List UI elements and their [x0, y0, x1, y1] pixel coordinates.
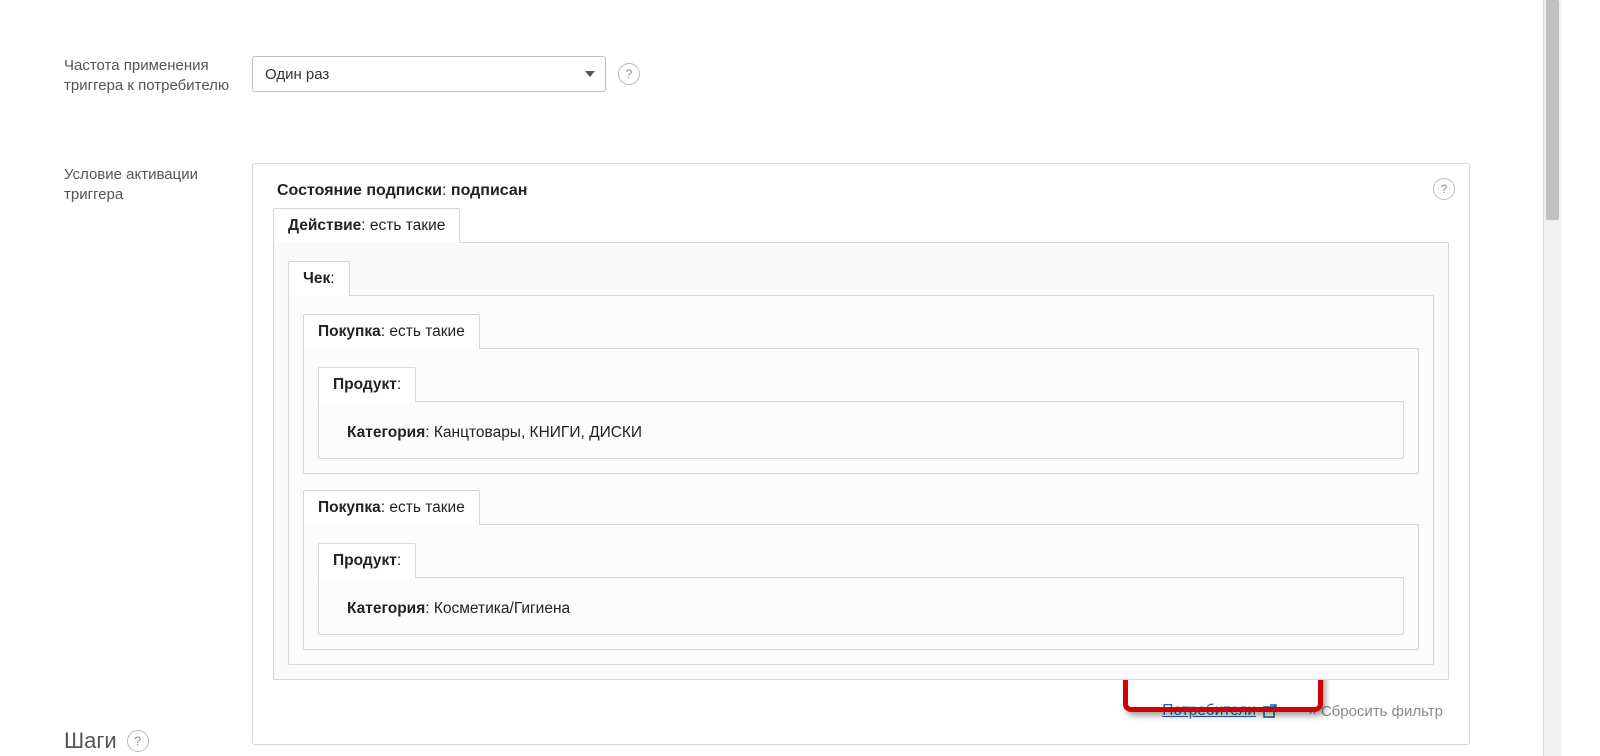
activation-row: Условие активации триггера ? Состояние п…	[64, 163, 1470, 745]
steps-section: Шаги ?	[64, 728, 149, 754]
vertical-scrollbar[interactable]	[1543, 0, 1561, 756]
frequency-select[interactable]: Один раз	[252, 56, 606, 92]
purchase-block-2: Покупка: есть такие Продукт:	[303, 490, 1419, 650]
help-icon[interactable]: ?	[1433, 178, 1455, 200]
external-link-icon	[1262, 703, 1278, 719]
frequency-select-value: Один раз	[265, 66, 329, 83]
product-block-1: Продукт: Категория: Канцтовары, КНИГИ, Д…	[318, 367, 1404, 459]
activation-label: Условие активации триггера	[64, 163, 252, 206]
frequency-row: Частота применения триггера к потребител…	[64, 56, 1470, 97]
close-icon: ×	[1308, 703, 1317, 720]
activation-panel: ? Состояние подписки: подписан Действие:…	[252, 163, 1470, 745]
page-root: Активен на протяжении всей кампании Част…	[0, 0, 1560, 756]
help-icon[interactable]: ?	[618, 63, 640, 85]
check-tab-header[interactable]: Чек:	[288, 261, 350, 296]
scrollbar-thumb[interactable]	[1546, 0, 1559, 220]
condition-footer: Потребители × Сбросить фильтр	[273, 680, 1449, 736]
check-block: Чек: Покупка: есть такие	[288, 261, 1434, 665]
purchase-tab-header-1[interactable]: Покупка: есть такие	[303, 314, 480, 349]
chevron-down-icon	[585, 71, 595, 77]
category-line-2: Категория: Косметика/Гигиена	[333, 592, 1389, 620]
action-block: Действие: есть такие Чек: Покупка: есть	[273, 208, 1449, 680]
reset-filter-link[interactable]: × Сбросить фильтр	[1308, 703, 1443, 720]
product-block-2: Продукт: Категория: Косметика/Гигиена	[318, 543, 1404, 635]
subscription-state-line: Состояние подписки: подписан	[277, 182, 1449, 200]
purchase-tab-header-2[interactable]: Покупка: есть такие	[303, 490, 480, 525]
help-icon[interactable]: ?	[127, 730, 149, 752]
consumers-link[interactable]: Потребители	[1162, 702, 1278, 720]
frequency-label: Частота применения триггера к потребител…	[64, 56, 252, 97]
product-tab-header-1[interactable]: Продукт:	[318, 367, 416, 402]
category-line-1: Категория: Канцтовары, КНИГИ, ДИСКИ	[333, 416, 1389, 444]
purchase-block-1: Покупка: есть такие Продукт:	[303, 314, 1419, 474]
product-tab-header-2[interactable]: Продукт:	[318, 543, 416, 578]
steps-heading: Шаги	[64, 728, 117, 754]
action-tab-header[interactable]: Действие: есть такие	[273, 208, 460, 243]
